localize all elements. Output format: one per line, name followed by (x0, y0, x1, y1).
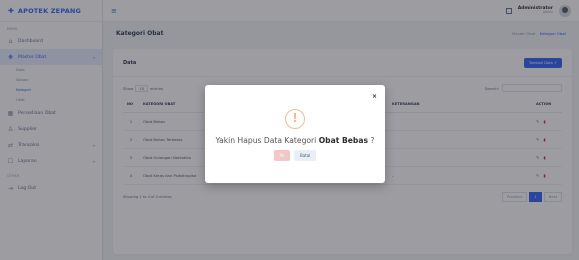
cancel-button[interactable]: Batal (294, 150, 317, 161)
close-icon[interactable]: × (372, 93, 377, 100)
confirm-message-suffix: ? (368, 136, 375, 145)
modal-buttons: Ya Batal (205, 150, 385, 161)
confirm-message-prefix: Yakin Hapus Data Kategori (215, 136, 319, 145)
confirm-message: Yakin Hapus Data Kategori Obat Bebas ? (205, 136, 385, 145)
confirm-yes-button[interactable]: Ya (273, 150, 290, 161)
warning-icon: ! (285, 109, 305, 129)
delete-confirm-modal: × ! Yakin Hapus Data Kategori Obat Bebas… (205, 85, 385, 183)
confirm-message-item: Obat Bebas (318, 136, 368, 145)
